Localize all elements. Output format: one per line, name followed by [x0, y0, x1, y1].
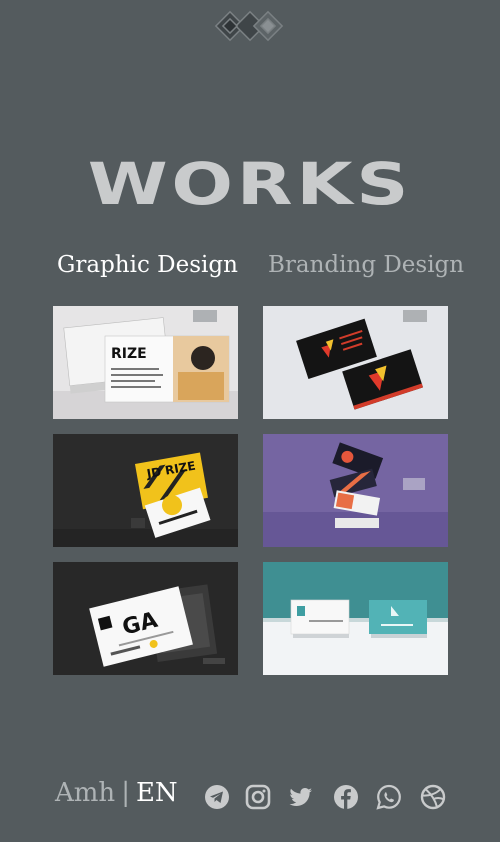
page-title: WORKS: [87, 150, 413, 218]
lang-separator: |: [121, 778, 130, 808]
black-red-card-mockup-icon: [263, 306, 448, 419]
floating-cards-purple-mockup-icon: [263, 434, 448, 547]
work-card-5[interactable]: GA: [53, 562, 238, 675]
language-switch: Amh | EN: [55, 778, 178, 808]
dribbble-icon[interactable]: [420, 784, 446, 810]
telegram-icon[interactable]: [204, 784, 230, 810]
facebook-icon[interactable]: [333, 784, 359, 810]
work-card-1[interactable]: RIZE: [53, 306, 238, 419]
lang-en-link[interactable]: EN: [136, 778, 178, 808]
teal-white-card-mockup-icon: [263, 562, 448, 675]
lang-amh-link[interactable]: Amh: [55, 778, 115, 808]
tab-graphic-design[interactable]: Graphic Design: [57, 252, 238, 278]
twitter-icon[interactable]: [288, 784, 314, 810]
yellow-jd-rize-card-mockup-icon: JD RIZE: [53, 434, 238, 547]
business-card-rize-mockup-icon: RIZE: [53, 306, 238, 419]
whatsapp-icon[interactable]: [376, 784, 402, 810]
category-tabs: Graphic Design Branding Design: [0, 252, 500, 284]
ga-card-dark-mockup-icon: GA: [53, 562, 238, 675]
site-logo[interactable]: [214, 10, 288, 48]
work-card-4[interactable]: [263, 434, 448, 547]
work-card-3[interactable]: JD RIZE: [53, 434, 238, 547]
tab-branding-design[interactable]: Branding Design: [268, 252, 464, 278]
svg-text:RIZE: RIZE: [111, 346, 147, 362]
work-card-2[interactable]: [263, 306, 448, 419]
work-card-6[interactable]: [263, 562, 448, 675]
logo-diamonds-icon: [214, 10, 284, 42]
instagram-icon[interactable]: [245, 784, 271, 810]
